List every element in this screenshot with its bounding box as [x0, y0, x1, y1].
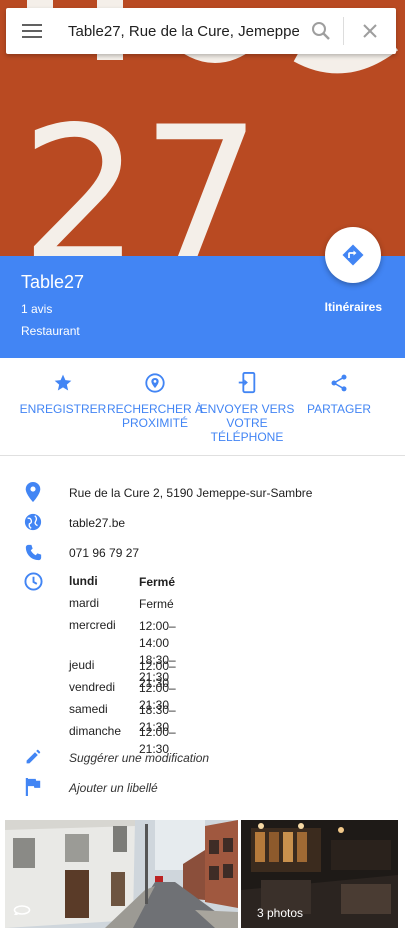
save-button[interactable]: ENREGISTRER: [13, 372, 113, 416]
location-pin-icon: [23, 482, 43, 502]
hours-day: samedi: [69, 702, 108, 716]
hours-day: dimanche: [69, 724, 122, 738]
photos-strip: 3 photos: [0, 820, 405, 932]
hours-time: Fermé: [139, 597, 174, 611]
add-label-text: Ajouter un libellé: [69, 781, 158, 795]
photo-count-label: 3 photos: [257, 906, 304, 920]
share-button[interactable]: PARTAGER: [289, 372, 389, 416]
streetview-rotate-icon: [13, 903, 31, 922]
flag-icon: [23, 777, 43, 797]
globe-icon: [23, 512, 43, 532]
nearby-icon: [145, 373, 165, 393]
send-to-phone-label: ENVOYER VERS VOTRE TÉLÉPHONE: [199, 402, 295, 444]
save-label: ENREGISTRER: [19, 402, 107, 416]
svg-text:27: 27: [20, 86, 262, 256]
address-text: Rue de la Cure 2, 5190 Jemeppe-sur-Sambr…: [69, 486, 313, 500]
phone-icon: [23, 542, 43, 562]
clock-icon: [23, 571, 43, 591]
hamburger-menu-icon[interactable]: [6, 8, 58, 54]
nearby-label: RECHERCHER À PROXIMITÉ: [106, 402, 203, 430]
hours-day: mardi: [69, 596, 100, 610]
search-icon[interactable]: [299, 8, 343, 54]
reviews-count[interactable]: 1 avis: [21, 302, 52, 316]
street-scene-image: [5, 820, 238, 928]
streetview-photo[interactable]: [5, 820, 238, 928]
interior-photo[interactable]: 3 photos: [241, 820, 398, 928]
pencil-icon: [23, 747, 43, 767]
share-label: PARTAGER: [306, 402, 371, 416]
star-icon: [54, 374, 72, 391]
hours-day: vendredi: [69, 680, 116, 694]
hours-time: Fermé: [139, 575, 176, 589]
share-icon: [331, 374, 347, 392]
hours-day: jeudi: [69, 658, 95, 672]
directions-button[interactable]: [325, 227, 381, 283]
place-name: Table27: [21, 272, 85, 292]
website-text: table27.be: [69, 516, 126, 530]
nearby-button[interactable]: RECHERCHER À PROXIMITÉ: [105, 372, 205, 430]
send-to-phone-icon: [238, 372, 256, 394]
directions-label[interactable]: Itinéraires: [325, 300, 382, 314]
hours-time: 12:00–14:00: [139, 619, 176, 650]
close-icon[interactable]: [344, 8, 396, 54]
send-to-phone-button[interactable]: ENVOYER VERS VOTRE TÉLÉPHONE: [197, 372, 297, 444]
action-bar: ENREGISTRER RECHERCHER À PROXIMITÉ ENVOY…: [0, 358, 405, 456]
hours-day: mercredi: [69, 618, 116, 632]
search-input[interactable]: [58, 8, 299, 54]
hours-day: lundi: [69, 574, 98, 588]
place-category: Restaurant: [21, 324, 80, 338]
phone-text: 071 96 79 27: [69, 546, 140, 560]
directions-icon: [342, 244, 364, 266]
suggest-edit-text: Suggérer une modification: [69, 751, 210, 765]
search-box: [6, 8, 396, 54]
